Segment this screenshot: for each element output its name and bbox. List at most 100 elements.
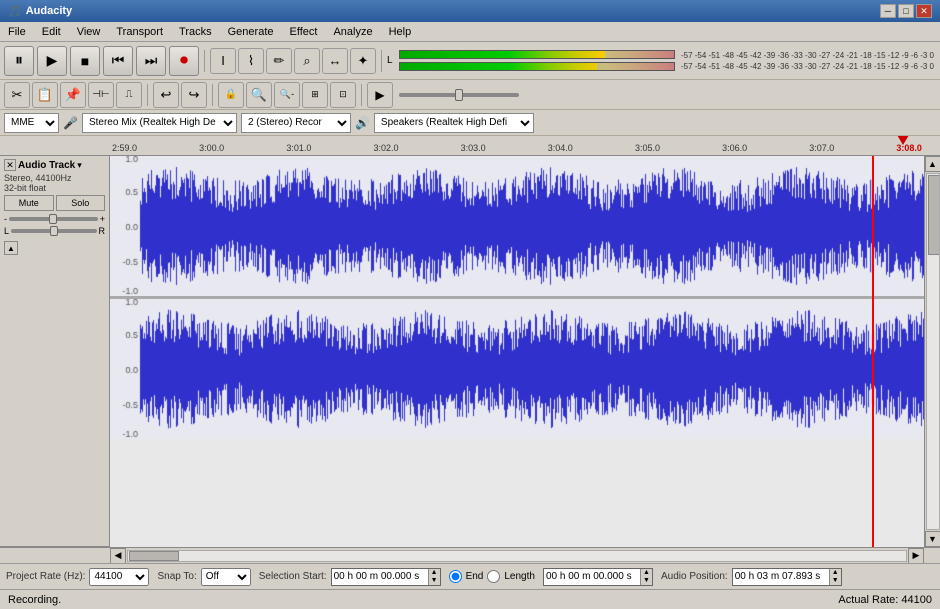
sel-start-down[interactable]: ▼ [429,577,440,585]
pause-button[interactable]: ⏸ [4,46,34,76]
end-radio[interactable] [449,570,462,583]
skip-back-button[interactable]: ⏮ [103,46,133,76]
menu-file[interactable]: File [0,24,34,40]
hscrollbar-row: ◀ ▶ [0,547,940,563]
playhead-triangle [897,136,909,145]
speed-slider-thumb[interactable] [455,89,463,101]
close-button[interactable]: ✕ [916,4,932,18]
end-up[interactable]: ▲ [641,569,652,577]
track-info-2: 32-bit float [4,183,105,193]
pan-right-label: R [99,226,106,236]
hscroll-thumb[interactable] [129,551,179,561]
output-device-select[interactable]: Speakers (Realtek High Defi [374,113,534,133]
vu-scale-top: -57 -54 -51 -48 -45 -42 -39 -36 -33 -30 … [681,51,934,60]
edit-toolbar: ✂ 📋 📌 ⊣⊢ ⎍ ↩ ↪ 🔒 🔍 🔍- ⊞ ⊡ ▶ [0,80,940,110]
sep4 [212,84,213,106]
zoom-sel-button[interactable]: ⊞ [302,82,328,108]
copy-button[interactable]: 📋 [32,82,58,108]
pan-row: L R [4,226,105,236]
menu-view[interactable]: View [69,24,109,40]
skip-forward-button[interactable]: ⏭ [136,46,166,76]
ruler-ticks: 2:59.0 3:00.0 3:01.0 3:02.0 3:03.0 3:04.… [110,136,924,155]
end-down[interactable]: ▼ [641,577,652,585]
collapse-track-button[interactable]: ▲ [4,241,18,255]
length-radio[interactable] [487,570,500,583]
pan-slider[interactable] [11,229,96,233]
sel-start-spinner[interactable]: ▲ ▼ [428,569,440,585]
vscroll-thumb[interactable] [928,175,940,255]
sel-start-up[interactable]: ▲ [429,569,440,577]
pan-slider-thumb[interactable] [50,226,58,236]
input-device-select[interactable]: Stereo Mix (Realtek High De [82,113,237,133]
cursor-tool[interactable]: I [210,48,236,74]
scroll-right-button[interactable]: ▶ [908,548,924,564]
sep3 [147,84,148,106]
end-label: End [466,571,484,582]
zoom-out-button[interactable]: 🔍- [274,82,300,108]
menu-edit[interactable]: Edit [34,24,69,40]
timeshift-tool[interactable]: ↔ [322,48,348,74]
undo-button[interactable]: ↩ [153,82,179,108]
solo-button[interactable]: Solo [56,195,106,211]
stop-button[interactable]: ■ [70,46,100,76]
multi-tool[interactable]: ✦ [350,48,376,74]
gain-slider[interactable] [9,217,98,221]
gain-minus-label: - [4,214,7,224]
scroll-up-button[interactable]: ▲ [925,156,940,172]
zoom-tool[interactable]: ⌕ [294,48,320,74]
play-at-speed-button[interactable]: ▶ [367,82,393,108]
zoom-fit-button[interactable]: ⊡ [330,82,356,108]
gain-slider-thumb[interactable] [49,214,57,224]
menu-analyze[interactable]: Analyze [325,24,380,40]
audio-pos-down[interactable]: ▼ [830,577,841,585]
zoom-in-button[interactable]: 🔍 [246,82,272,108]
transport-toolbar: ⏸ ▶ ■ ⏮ ⏭ ⏺ I ⌇ ✏ ⌕ ↔ ✦ L [0,42,940,80]
scroll-left-button[interactable]: ◀ [110,548,126,564]
play-speed-slider-area [395,93,936,97]
menu-generate[interactable]: Generate [220,24,282,40]
minimize-button[interactable]: ─ [880,4,896,18]
waveform-display[interactable] [110,156,924,547]
maximize-button[interactable]: □ [898,4,914,18]
end-value: 00 h 00 m 00.000 s [546,571,632,582]
play-speed-slider[interactable] [399,93,519,97]
recording-status: Recording. [8,594,61,606]
gain-row: - + [4,214,105,224]
menu-transport[interactable]: Transport [108,24,171,40]
menu-effect[interactable]: Effect [282,24,326,40]
record-button[interactable]: ⏺ [169,46,199,76]
selection-start-input[interactable]: 00 h 00 m 00.000 s ▲ ▼ [331,568,441,586]
track-close-button[interactable]: ✕ [4,159,16,171]
track-dropdown-button[interactable]: ▾ [77,160,82,171]
driver-select[interactable]: MME [4,113,59,133]
silence-button[interactable]: ⎍ [116,82,142,108]
project-rate-select[interactable]: 44100 [89,568,149,586]
input-level-label: L [387,55,393,66]
scroll-down-button[interactable]: ▼ [925,531,940,547]
window-controls: ─ □ ✕ [880,4,932,18]
trim-button[interactable]: ⊣⊢ [88,82,114,108]
vscroll-track[interactable] [926,173,940,530]
snap-to-select[interactable]: Off [201,568,251,586]
hscroll-track[interactable] [127,550,907,562]
play-button[interactable]: ▶ [37,46,67,76]
redo-button[interactable]: ↪ [181,82,207,108]
vu-left-bar [399,50,675,59]
draw-tool[interactable]: ✏ [266,48,292,74]
audio-pos-spinner[interactable]: ▲ ▼ [829,569,841,585]
menu-help[interactable]: Help [381,24,420,40]
input-channels-select[interactable]: 2 (Stereo) Recor [241,113,351,133]
project-rate-field: Project Rate (Hz): 44100 [6,568,149,586]
menu-tracks[interactable]: Tracks [171,24,220,40]
sync-button[interactable]: 🔒 [218,82,244,108]
app-window: 🎵 Audacity ─ □ ✕ File Edit View Transpor… [0,0,940,609]
mute-button[interactable]: Mute [4,195,54,211]
paste-button[interactable]: 📌 [60,82,86,108]
vu-right-bar [399,62,675,71]
cut-button[interactable]: ✂ [4,82,30,108]
envelope-tool[interactable]: ⌇ [238,48,264,74]
audio-position-input[interactable]: 00 h 03 m 07.893 s ▲ ▼ [732,568,842,586]
end-value-input[interactable]: 00 h 00 m 00.000 s ▲ ▼ [543,568,653,586]
audio-pos-up[interactable]: ▲ [830,569,841,577]
end-spinner[interactable]: ▲ ▼ [640,569,652,585]
